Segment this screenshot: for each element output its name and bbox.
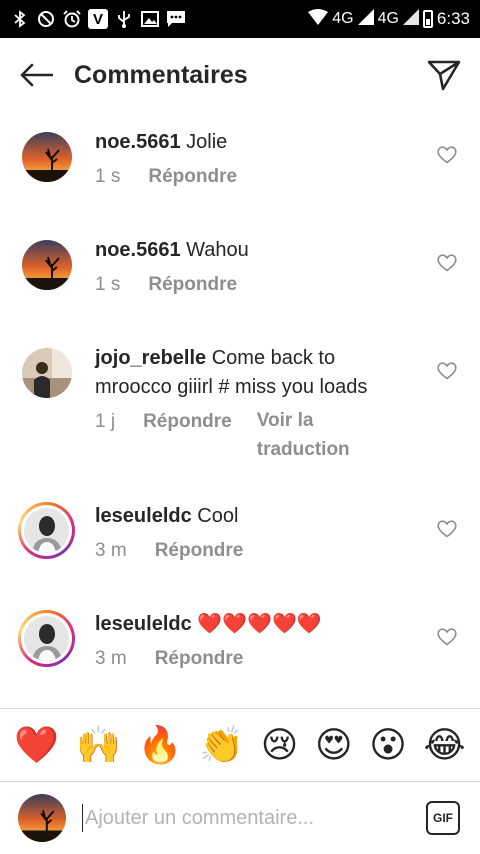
reply-button[interactable]: Répondre [148,166,237,188]
network-type-2: 4G [377,10,399,27]
my-avatar [18,794,66,842]
comment-username[interactable]: leseuleldc [95,613,192,635]
avatar[interactable] [22,240,72,290]
emoji-raised-hands-button[interactable]: 🙌 [76,727,121,763]
like-comment-button[interactable] [437,628,457,648]
comment-username[interactable]: noe.5661 [95,239,181,261]
sunset-tree-avatar-image [22,132,72,182]
arrow-left-icon [20,63,53,87]
person-photo-avatar-image [22,348,72,398]
comment-time: 1 s [95,274,121,295]
gallery-icon [140,9,160,29]
comment-body: Wahou [186,239,249,261]
comment-text: leseuleldc ❤️❤️❤️❤️❤️ [95,610,410,639]
comment-body: Cool [197,505,239,527]
clock: 6:33 [436,9,470,28]
heart-outline-icon [437,520,457,538]
avatar[interactable] [22,132,72,182]
reply-button[interactable]: Répondre [155,540,244,562]
header: Commentaires [0,38,480,112]
like-comment-button[interactable] [437,254,457,274]
v-app-icon: V [88,9,108,29]
usb-icon [114,9,134,29]
emoji-surprised-button[interactable]: 😮 [369,727,407,763]
network-type-1: 4G [332,10,354,27]
battery-icon [422,10,433,28]
avatar-with-story-ring[interactable] [18,502,75,559]
comment-meta: 3 m Répondre [95,648,243,670]
comment-text: leseuleldc Cool [95,502,410,531]
comment-input[interactable] [85,806,385,830]
comment-time: 3 m [95,648,127,669]
comment-time: 1 s [95,166,121,187]
bluetooth-icon [10,9,30,29]
alarm-icon [62,9,82,29]
comment-meta: 1 j Répondre Voir la traduction [95,410,367,464]
comment-meta: 1 s Répondre [95,274,237,296]
emoji-crying-button[interactable]: 😢 [261,727,299,763]
emoji-heart-eyes-button[interactable]: 😍 [315,727,353,763]
status-bar-notifications: V [10,9,186,29]
do-not-disturb-icon [36,9,56,29]
comment-username[interactable]: jojo_rebelle [95,347,206,369]
comment-meta: 3 m Répondre [95,540,243,562]
comment-username[interactable]: leseuleldc [95,505,192,527]
like-comment-button[interactable] [437,146,457,166]
comment-time: 1 j [95,411,116,432]
gif-button[interactable]: GIF [426,801,460,835]
heart-outline-icon [437,146,457,164]
back-button[interactable] [16,55,56,95]
comment-text: noe.5661 Jolie [95,128,410,157]
messaging-icon [166,9,186,29]
heart-outline-icon [437,254,457,272]
comment-body: ❤️❤️❤️❤️❤️ [197,613,322,635]
reply-button[interactable]: Répondre [155,648,244,670]
like-comment-button[interactable] [437,362,457,382]
reply-button[interactable]: Répondre [143,411,232,464]
comment-text: jojo_rebelle Come back to mroocco giiirl… [95,344,410,402]
reply-button[interactable]: Répondre [148,274,237,296]
page-title: Commentaires [74,60,248,89]
comment-text: noe.5661 Wahou [95,236,410,265]
see-translation-button[interactable]: Voir la traduction [257,406,367,464]
person-bw-avatar-image [24,508,69,553]
comment-username[interactable]: noe.5661 [95,131,181,153]
comment-time: 3 m [95,540,127,561]
avatar-with-story-ring[interactable] [18,610,75,667]
comment-body: Jolie [186,131,228,153]
heart-outline-icon [437,362,457,380]
avatar[interactable] [22,348,72,398]
share-button[interactable] [424,55,464,95]
emoji-tears-of-joy-button[interactable]: 😂 [424,727,466,763]
signal-icon [402,8,419,30]
sunset-tree-avatar-image [18,794,66,842]
emoji-fire-button[interactable]: 🔥 [138,727,183,763]
sunset-tree-avatar-image [22,240,72,290]
emoji-quick-bar: ❤️ 🙌 🔥 👏 😢 😍 😮 😂 [0,708,480,782]
emoji-heart-button[interactable]: ❤️ [14,727,59,763]
status-bar: V 4G 4G 6:33 [0,0,480,38]
comment-composer: GIF [0,782,480,854]
wifi-icon [308,8,329,30]
person-bw-avatar-image [24,616,69,661]
text-cursor [82,804,83,832]
heart-outline-icon [437,628,457,646]
signal-icon [357,8,374,30]
like-comment-button[interactable] [437,520,457,540]
status-bar-system: 4G 4G 6:33 [308,8,470,30]
comment-meta: 1 s Répondre [95,166,237,188]
emoji-clap-button[interactable]: 👏 [199,727,244,763]
paper-plane-icon [427,60,461,91]
